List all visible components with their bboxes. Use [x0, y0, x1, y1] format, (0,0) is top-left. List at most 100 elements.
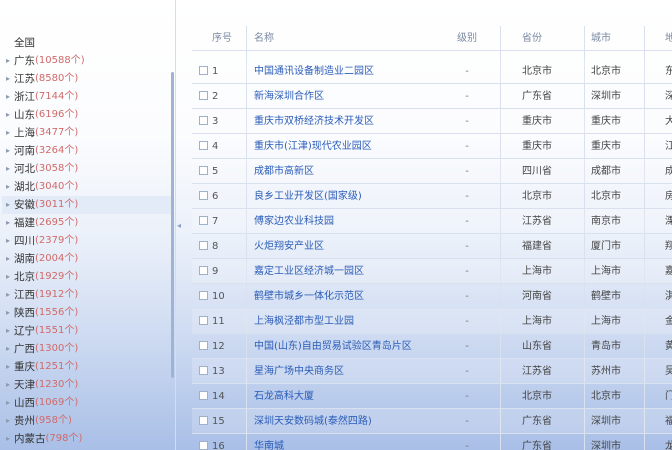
- region-name: 广东: [14, 55, 35, 67]
- sidebar-item-region[interactable]: ▸ 河南(3264个): [2, 142, 172, 160]
- table-row[interactable]: 10 鹤壁市城乡一体化示范区 - 河南省 鹤壁市 淇: [192, 284, 672, 309]
- table-row[interactable]: 12 中国(山东)自由贸易试验区青岛片区 - 山东省 青岛市 黄: [192, 334, 672, 359]
- caret-right-icon[interactable]: ▸: [2, 250, 14, 268]
- sidebar-item-region[interactable]: ▸ 贵州(958个): [2, 412, 172, 430]
- sidebar-item-region[interactable]: ▸ 广西(1300个): [2, 340, 172, 358]
- park-name-link[interactable]: 重庆市(江津)现代农业园区: [254, 134, 454, 159]
- caret-right-icon[interactable]: ▸: [2, 178, 14, 196]
- region-name: 内蒙古: [14, 433, 46, 445]
- caret-right-icon[interactable]: ▸: [2, 358, 14, 376]
- park-name-link[interactable]: 重庆市双桥经济技术开发区: [254, 109, 454, 134]
- table-row[interactable]: 7 傅家边农业科技园 - 江苏省 南京市 溧: [192, 209, 672, 234]
- sidebar-item-region[interactable]: ▸ 四川(2379个): [2, 232, 172, 250]
- table-row[interactable]: 2 新海深圳合作区 - 广东省 深圳市 深: [192, 84, 672, 109]
- park-name-link[interactable]: 嘉定工业区经济城一园区: [254, 259, 454, 284]
- sidebar-item-region[interactable]: ▸ 安徽(3011个): [2, 196, 172, 214]
- table-row[interactable]: 15 深圳天安数码城(泰然四路) - 广东省 深圳市 福: [192, 409, 672, 434]
- sidebar-item-region[interactable]: ▸ 广东(10588个): [2, 52, 172, 70]
- park-name-link[interactable]: 中国(山东)自由贸易试验区青岛片区: [254, 334, 454, 359]
- caret-right-icon[interactable]: ▸: [2, 142, 14, 160]
- sidebar-item-region[interactable]: ▸ 内蒙古(798个): [2, 430, 172, 448]
- sidebar-scrollbar[interactable]: [171, 72, 174, 378]
- park-name-link[interactable]: 新海深圳合作区: [254, 84, 454, 109]
- park-name-link[interactable]: 石龙高科大厦: [254, 384, 454, 409]
- sidebar-item-region[interactable]: ▸ 江苏(8580个): [2, 70, 172, 88]
- park-name-link[interactable]: 华南城: [254, 434, 454, 450]
- park-name-link[interactable]: 鹤壁市城乡一体化示范区: [254, 284, 454, 309]
- sidebar-item-region[interactable]: ▸ 山西(1069个): [2, 394, 172, 412]
- table-row[interactable]: 1 中国通讯设备制造业二园区 - 北京市 北京市 东: [192, 59, 672, 84]
- park-name-link[interactable]: 火炬翔安产业区: [254, 234, 454, 259]
- park-name-link[interactable]: 深圳天安数码城(泰然四路): [254, 409, 454, 434]
- table-row[interactable]: 13 星海广场中央商务区 - 江苏省 苏州市 吴: [192, 359, 672, 384]
- sidebar-item-region[interactable]: ▸ 天津(1230个): [2, 376, 172, 394]
- caret-right-icon[interactable]: ▸: [2, 412, 14, 430]
- caret-right-icon[interactable]: ▸: [2, 70, 14, 88]
- caret-right-icon[interactable]: ▸: [2, 286, 14, 304]
- park-name-link[interactable]: 星海广场中央商务区: [254, 359, 454, 384]
- caret-right-icon[interactable]: ▸: [2, 430, 14, 448]
- table-row[interactable]: 11 上海枫泾都市型工业园 - 上海市 上海市 金: [192, 309, 672, 334]
- caret-right-icon[interactable]: ▸: [2, 268, 14, 286]
- row-checkbox[interactable]: [199, 234, 211, 259]
- park-name-link[interactable]: 中国通讯设备制造业二园区: [254, 59, 454, 84]
- collapse-handle-icon[interactable]: ◂: [177, 221, 181, 230]
- sidebar-item-region[interactable]: ▸ 山东(6196个): [2, 106, 172, 124]
- park-name-link[interactable]: 傅家边农业科技园: [254, 209, 454, 234]
- sidebar-item-region[interactable]: ▸ 陕西(1556个): [2, 304, 172, 322]
- caret-right-icon[interactable]: ▸: [2, 304, 14, 322]
- row-checkbox[interactable]: [199, 284, 211, 309]
- row-checkbox[interactable]: [199, 409, 211, 434]
- caret-right-icon[interactable]: ▸: [2, 52, 14, 70]
- row-checkbox[interactable]: [199, 259, 211, 284]
- table-row[interactable]: 14 石龙高科大厦 - 北京市 北京市 门: [192, 384, 672, 409]
- row-checkbox[interactable]: [199, 109, 211, 134]
- sidebar-item-region[interactable]: ▸ 河北(3058个): [2, 160, 172, 178]
- sidebar-item-region[interactable]: ▸ 福建(2695个): [2, 214, 172, 232]
- caret-right-icon[interactable]: ▸: [2, 160, 14, 178]
- table-row[interactable]: 8 火炬翔安产业区 - 福建省 厦门市 翔: [192, 234, 672, 259]
- caret-right-icon[interactable]: ▸: [2, 322, 14, 340]
- paren: ): [74, 325, 79, 336]
- table-row[interactable]: 5 成都市高新区 - 四川省 成都市 成: [192, 159, 672, 184]
- caret-right-icon[interactable]: ▸: [2, 232, 14, 250]
- row-checkbox[interactable]: [199, 159, 211, 184]
- sidebar-item-region[interactable]: 全国: [2, 34, 172, 52]
- caret-right-icon[interactable]: ▸: [2, 394, 14, 412]
- sidebar-item-region[interactable]: ▸ 湖南(2004个): [2, 250, 172, 268]
- row-checkbox[interactable]: [199, 384, 211, 409]
- row-index: 14: [212, 391, 225, 402]
- table-row[interactable]: 16 华南城 - 广东省 深圳市 龙: [192, 434, 672, 450]
- caret-right-icon[interactable]: ▸: [2, 376, 14, 394]
- table-row[interactable]: 9 嘉定工业区经济城一园区 - 上海市 上海市 嘉: [192, 259, 672, 284]
- park-name-link[interactable]: 良乡工业开发区(国家级): [254, 184, 454, 209]
- table-row[interactable]: 4 重庆市(江津)现代农业园区 - 重庆市 重庆市 江: [192, 134, 672, 159]
- row-checkbox[interactable]: [199, 359, 211, 384]
- row-checkbox[interactable]: [199, 434, 211, 450]
- caret-right-icon[interactable]: ▸: [2, 88, 14, 106]
- sidebar-item-region[interactable]: ▸ 浙江(7144个): [2, 88, 172, 106]
- table-row[interactable]: 3 重庆市双桥经济技术开发区 - 重庆市 重庆市 大: [192, 109, 672, 134]
- park-name-link[interactable]: 成都市高新区: [254, 159, 454, 184]
- region-name: 河南: [14, 145, 35, 157]
- sidebar-item-region[interactable]: ▸ 江西(1912个): [2, 286, 172, 304]
- row-checkbox[interactable]: [199, 184, 211, 209]
- table-row[interactable]: 6 良乡工业开发区(国家级) - 北京市 北京市 房: [192, 184, 672, 209]
- sidebar-item-region[interactable]: ▸ 重庆(1251个): [2, 358, 172, 376]
- caret-right-icon[interactable]: ▸: [2, 340, 14, 358]
- sidebar-item-region[interactable]: ▸ 辽宁(1551个): [2, 322, 172, 340]
- row-checkbox[interactable]: [199, 84, 211, 109]
- row-checkbox[interactable]: [199, 309, 211, 334]
- row-checkbox[interactable]: [199, 334, 211, 359]
- caret-right-icon[interactable]: ▸: [2, 124, 14, 142]
- row-checkbox[interactable]: [199, 209, 211, 234]
- row-checkbox[interactable]: [199, 134, 211, 159]
- caret-right-icon[interactable]: ▸: [2, 196, 14, 214]
- caret-right-icon[interactable]: ▸: [2, 106, 14, 124]
- sidebar-item-region[interactable]: ▸ 北京(1929个): [2, 268, 172, 286]
- row-checkbox[interactable]: [199, 59, 211, 84]
- caret-right-icon[interactable]: ▸: [2, 214, 14, 232]
- sidebar-item-region[interactable]: ▸ 上海(3477个): [2, 124, 172, 142]
- sidebar-item-region[interactable]: ▸ 湖北(3040个): [2, 178, 172, 196]
- park-name-link[interactable]: 上海枫泾都市型工业园: [254, 309, 454, 334]
